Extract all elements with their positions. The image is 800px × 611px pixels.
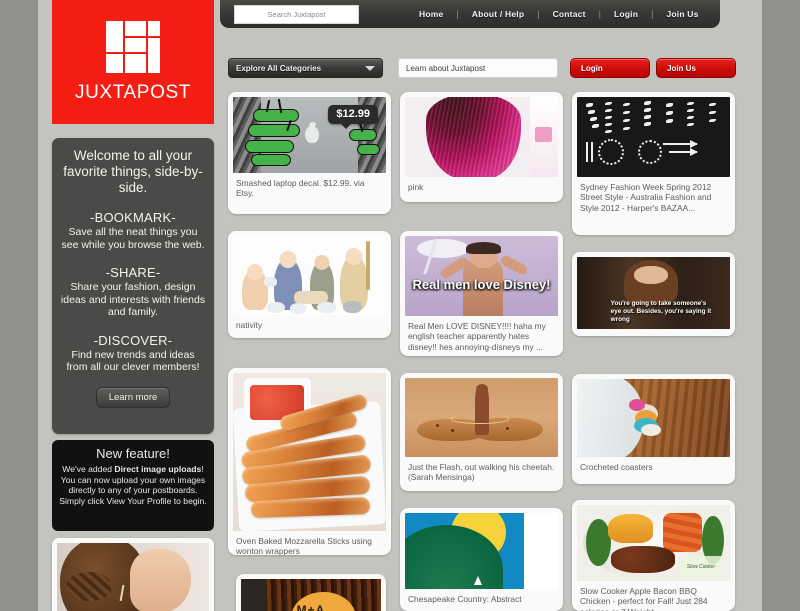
table-row[interactable]: pink (400, 92, 563, 202)
search-input[interactable]: Search Juxtapost (234, 4, 359, 24)
learn-about-input[interactable]: Learn about Juxtapost (398, 58, 558, 78)
crocheted-coasters-thumbnail (577, 379, 730, 457)
table-row[interactable]: You're going to take someone's eye out. … (572, 252, 735, 336)
nav-link-contact[interactable]: Contact (553, 9, 586, 19)
nav-link-about-help[interactable]: About / Help (472, 9, 524, 19)
top-navigation-bar: Search Juxtapost Home | About / Help | C… (220, 0, 720, 28)
laptop-with-green-monster-hands-thumbnail: $12.99 (233, 97, 386, 173)
card-caption: Slow Cooker Apple Bacon BBQ Chicken - pe… (580, 586, 708, 611)
juxtapost-grid-logo-icon (106, 20, 160, 73)
card-caption: pink (408, 182, 424, 192)
section-title-discover: -DISCOVER- (93, 332, 173, 348)
section-body-bookmark: Save all the neat things you see while y… (61, 226, 205, 251)
card-caption: Crocheted coasters (580, 462, 653, 472)
nav-link-join-us[interactable]: Join Us (666, 9, 698, 19)
new-feature-panel: New feature! We've added Direct image up… (52, 440, 214, 531)
section-title-share: -SHARE- (105, 265, 161, 280)
table-row[interactable]: Crocheted coasters (572, 374, 735, 484)
welcome-panel: Welcome to all your favorite things, sid… (52, 138, 214, 434)
meme-overlay-text: Real men love Disney! (412, 277, 551, 292)
table-row[interactable]: Sydney Fashion Week Spring 2012 Street S… (572, 92, 735, 235)
explore-categories-dropdown[interactable]: Explore All Categories (228, 58, 383, 78)
card-caption: Sydney Fashion Week Spring 2012 Street S… (580, 182, 712, 213)
login-button[interactable]: Login (570, 58, 650, 78)
table-row[interactable]: Slow Cooker Slow Cooker Apple Bacon BBQ … (572, 500, 735, 611)
table-row[interactable]: $12.99 Smashed laptop decal. $12.99. via… (228, 92, 391, 214)
section-body-share: Share your fashion, design ideas and int… (60, 281, 206, 318)
harry-potter-film-still-thumbnail: You're going to take someone's eye out. … (577, 257, 730, 329)
card-caption: nativity (236, 320, 263, 330)
learn-more-button[interactable]: Learn more (96, 386, 170, 408)
feature-text-pre: We've added (62, 464, 115, 474)
page-root: Search Juxtapost Home | About / Help | C… (0, 0, 800, 611)
watermark-logo: Slow Cooker (678, 555, 724, 578)
abstract-sun-hill-sailboat-poster-thumbnail (405, 513, 558, 589)
brand-wordmark: JUXTAPOST (75, 81, 191, 103)
card-caption: Just the Flash, out walking his cheetah.… (408, 462, 555, 483)
price-badge: $12.99 (328, 105, 378, 129)
feature-text-bold: Direct image uploads (114, 464, 202, 474)
nav-link-login[interactable]: Login (614, 9, 638, 19)
new-feature-body: We've added Direct image uploads! You ca… (59, 464, 207, 506)
section-body-discover: Find new trends and ideas from all our c… (66, 348, 200, 374)
table-row[interactable]: nativity (228, 231, 391, 338)
top-nav-links: Home | About / Help | Contact | Login | … (419, 9, 699, 19)
section-title-bookmark: -BOOKMARK- (90, 210, 176, 225)
disney-prince-meme-thumbnail: Real men love Disney! (405, 236, 558, 316)
precious-moments-nativity-figurines-thumbnail (233, 236, 386, 315)
nav-separator: | (598, 9, 601, 19)
table-row[interactable]: Real men love Disney! Real Men LOVE DISN… (400, 231, 563, 356)
card-caption: Smashed laptop decal. $12.99. via Etsy. (236, 178, 365, 199)
join-us-button[interactable]: Join Us (656, 58, 736, 78)
card-caption: Oven Baked Mozzarella Sticks using wonto… (236, 536, 372, 555)
carved-initials-overlay: M+A (296, 602, 326, 611)
welcome-heading: Welcome to all your favorite things, sid… (63, 148, 203, 195)
explore-categories-label: Explore All Categories (236, 63, 322, 73)
chevron-down-icon (365, 65, 375, 71)
table-row[interactable]: Just the Flash, out walking his cheetah.… (400, 373, 563, 491)
pink-ombre-hair-thumbnail (405, 97, 558, 177)
fried-mozzarella-sticks-thumbnail (233, 373, 386, 531)
nav-separator: | (537, 9, 540, 19)
carved-tree-heart-thumbnail: M+A (241, 579, 381, 611)
man-walking-cheetah-painting-thumbnail (405, 378, 558, 457)
nav-separator: | (651, 9, 654, 19)
table-row[interactable]: Chesapeake Country: Abstract (400, 508, 563, 611)
nav-separator: | (456, 9, 459, 19)
bbq-chicken-plate-thumbnail: Slow Cooker (577, 505, 730, 581)
table-row[interactable]: M+A (236, 574, 386, 611)
subtitle-overlay-text: You're going to take someone's eye out. … (610, 300, 712, 323)
secondary-toolbar: Explore All Categories Learn about Juxta… (228, 58, 748, 80)
list-item[interactable] (52, 538, 214, 611)
card-caption: Chesapeake Country: Abstract (408, 594, 522, 604)
new-feature-heading: New feature! (96, 446, 170, 461)
white-botanical-illustrations-thumbnail (577, 97, 730, 177)
card-caption: Real Men LOVE DISNEY!!!! haha my english… (408, 321, 546, 352)
table-row[interactable]: Oven Baked Mozzarella Sticks using wonto… (228, 368, 391, 555)
nav-link-home[interactable]: Home (419, 9, 443, 19)
site-logo[interactable]: JUXTAPOST (52, 0, 214, 124)
bridal-updo-hairstyle-thumbnail (57, 543, 209, 611)
